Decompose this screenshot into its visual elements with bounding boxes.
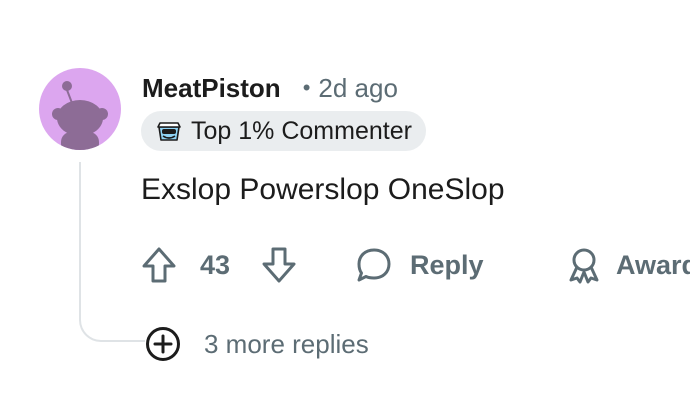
flair-label: Top 1% Commenter <box>191 116 412 145</box>
comment-actions: 43 Reply Award <box>140 243 690 287</box>
more-replies-label: 3 more replies <box>204 328 369 359</box>
avatar[interactable] <box>39 68 121 150</box>
snoo-avatar-icon <box>52 81 108 150</box>
award-button[interactable]: Award <box>564 243 690 287</box>
reply-label: Reply <box>410 249 484 280</box>
upvote-arrow-icon <box>142 247 176 283</box>
thread-line <box>79 162 145 342</box>
more-replies-button[interactable]: 3 more replies <box>144 324 369 364</box>
plus-circle-icon <box>146 327 180 361</box>
award-ribbon-icon <box>569 248 599 284</box>
upvote-button[interactable] <box>140 243 178 287</box>
reply-button[interactable]: Reply <box>354 243 484 287</box>
downvote-button[interactable] <box>260 243 298 287</box>
award-label: Award <box>616 249 690 280</box>
vote-score: 43 <box>200 249 231 280</box>
downvote-arrow-icon <box>262 247 296 283</box>
comment-header: MeatPiston • 2d ago <box>142 70 398 106</box>
timestamp[interactable]: 2d ago <box>318 73 398 104</box>
separator-dot: • <box>302 75 311 100</box>
user-flair: Top 1% Commenter <box>141 111 426 151</box>
top-commenter-badge-icon <box>157 122 181 141</box>
comment-body: Exslop Powerslop OneSlop <box>141 173 505 206</box>
speech-bubble-icon <box>357 248 391 282</box>
username[interactable]: MeatPiston <box>142 73 281 104</box>
